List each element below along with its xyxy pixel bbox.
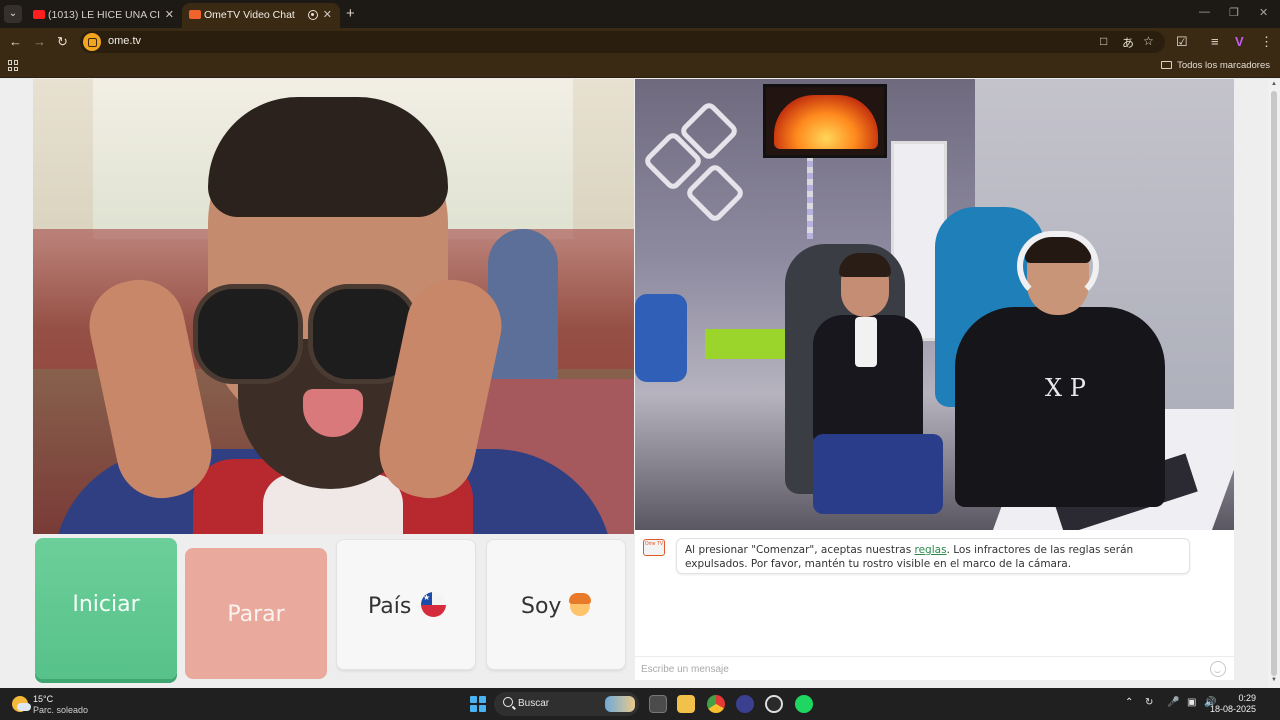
folder-icon: [1161, 61, 1173, 69]
back-icon[interactable]: ←: [9, 34, 22, 50]
file-explorer-icon[interactable]: [677, 695, 695, 713]
show-hidden-icons-icon[interactable]: ⌃: [1125, 697, 1133, 708]
all-bookmarks-label: Todos los marcadores: [1177, 60, 1270, 71]
media-app-icon[interactable]: [736, 695, 754, 713]
tab-search-chevron-icon[interactable]: ⌄: [4, 5, 22, 23]
weather-condition: Parc. soleado: [33, 705, 89, 715]
close-tab-icon[interactable]: ✕: [165, 8, 174, 21]
cast-icon[interactable]: □: [1100, 34, 1107, 48]
restore-icon[interactable]: ❐: [1229, 6, 1239, 19]
gender-select-button[interactable]: Soy: [486, 539, 626, 670]
rules-notice-message: Al presionar "Comenzar", aceptas nuestra…: [676, 538, 1190, 574]
start-button[interactable]: Iniciar: [35, 538, 177, 679]
tab-title: (1013) LE HICE UNA CITA A CIEGAS: [48, 9, 160, 21]
stop-button[interactable]: Parar: [185, 548, 327, 679]
notice-text-start: Al presionar "Comenzar", aceptas nuestra…: [685, 544, 915, 556]
obs-icon[interactable]: [765, 695, 783, 713]
translate-icon[interactable]: あ: [1122, 34, 1134, 51]
browser-toolbar: ← → ↻ ome.tv □ あ ☆ ☑ ≡ V ⋮: [0, 28, 1280, 56]
all-bookmarks-folder[interactable]: Todos los marcadores: [1161, 60, 1270, 71]
message-input[interactable]: [641, 661, 1201, 677]
chat-panel: Ome TV Al presionar "Comenzar", aceptas …: [635, 530, 1234, 680]
network-icon[interactable]: ▣: [1187, 697, 1196, 708]
remote-video: [33, 79, 634, 534]
close-window-icon[interactable]: ✕: [1259, 6, 1268, 19]
ometv-icon: [189, 10, 201, 19]
task-view-icon[interactable]: [649, 695, 667, 713]
search-highlight-image: [605, 696, 635, 712]
sync-icon[interactable]: ↻: [1145, 697, 1153, 708]
chrome-icon[interactable]: [707, 695, 725, 713]
scroll-up-icon[interactable]: ▲: [1271, 81, 1277, 87]
menu-kebab-icon[interactable]: ⋮: [1260, 34, 1273, 50]
minimize-icon[interactable]: —: [1199, 6, 1210, 18]
search-icon: [503, 697, 513, 707]
country-select-button[interactable]: País ★: [336, 539, 476, 670]
forward-icon[interactable]: →: [33, 34, 46, 50]
rules-link[interactable]: reglas: [915, 544, 947, 556]
windows-start-icon[interactable]: [470, 696, 486, 712]
bookmarks-bar: Todos los marcadores: [0, 56, 1280, 78]
chile-flag-icon: ★: [421, 592, 446, 617]
scroll-down-icon[interactable]: ▼: [1271, 677, 1277, 683]
profile-extension-icon[interactable]: V: [1235, 34, 1244, 50]
apps-grid-icon[interactable]: [8, 60, 19, 71]
temperature: 15°C: [33, 694, 54, 704]
extensions-icon[interactable]: ☑: [1176, 34, 1188, 50]
local-camera-video: X P: [635, 79, 1234, 530]
emoji-picker-icon[interactable]: [1210, 661, 1226, 677]
tab-title: OmeTV Video Chat — Omegle: [204, 9, 296, 21]
message-bar: [635, 656, 1234, 680]
start-button-label: Iniciar: [72, 592, 140, 617]
stop-button-label: Parar: [227, 602, 285, 627]
site-info-icon[interactable]: [83, 33, 101, 51]
browser-tab-strip: ⌄ (1013) LE HICE UNA CITA A CIEGAS ✕ Ome…: [0, 0, 1280, 28]
youtube-icon: [33, 10, 45, 19]
microphone-icon[interactable]: 🎤: [1167, 697, 1179, 708]
system-clock[interactable]: 0:29 18-08-2025: [1210, 693, 1256, 715]
search-label: Buscar: [518, 698, 550, 709]
gender-label: Soy: [521, 594, 562, 619]
scrollbar-thumb[interactable]: [1271, 91, 1277, 676]
tab-youtube[interactable]: (1013) LE HICE UNA CITA A CIEGAS ✕: [26, 3, 182, 28]
close-tab-icon[interactable]: ✕: [323, 8, 332, 21]
clock-date: 18-08-2025: [1209, 704, 1256, 714]
page-scrollbar[interactable]: ▲ ▼: [1268, 79, 1280, 688]
reload-icon[interactable]: ↻: [57, 34, 68, 50]
spotify-icon[interactable]: [795, 695, 813, 713]
bookmark-star-icon[interactable]: ☆: [1143, 34, 1154, 48]
windows-taskbar: 15°C Parc. soleado Buscar ⌃ ↻ 🎤 ▣ 🔊 0:29…: [0, 688, 1280, 720]
reading-list-icon[interactable]: ≡: [1211, 34, 1219, 50]
url-text: ome.tv: [108, 35, 142, 47]
address-bar[interactable]: ome.tv □ あ ☆: [80, 31, 1165, 53]
weather-icon[interactable]: [12, 696, 31, 712]
ometv-logo: Ome TV: [643, 539, 665, 556]
boy-emoji-icon: [568, 592, 592, 617]
clock-time: 0:29: [1238, 693, 1256, 703]
taskbar-search[interactable]: Buscar: [494, 692, 639, 716]
country-label: País: [368, 594, 412, 619]
tab-ometv[interactable]: OmeTV Video Chat — Omegle ✕: [182, 3, 340, 28]
new-tab-icon[interactable]: +: [346, 5, 355, 22]
recording-indicator-icon: [308, 10, 318, 20]
